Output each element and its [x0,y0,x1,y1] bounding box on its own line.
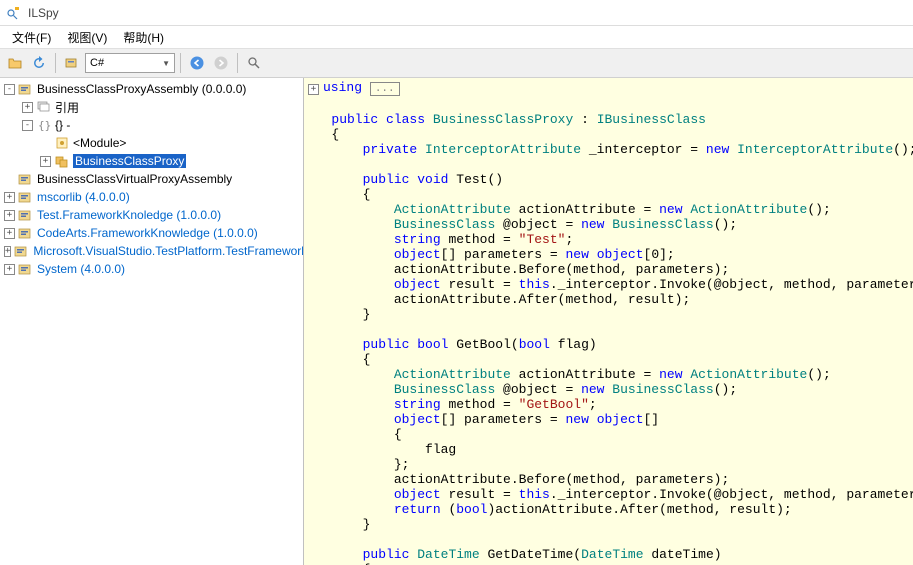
tree-label: BusinessClassVirtualProxyAssembly [37,172,232,186]
assembly-icon [18,261,34,277]
code-line: object[] parameters = new object[] [308,412,909,427]
tree-label: BusinessClassProxy [73,154,186,168]
tree-toggle[interactable]: + [40,156,51,167]
code-line: ActionAttribute actionAttribute = new Ac… [308,202,909,217]
tree-node[interactable]: + 引用 [2,98,301,116]
toolbar: C# ▼ [0,48,913,78]
language-select[interactable]: C# ▼ [85,53,175,73]
toolbar-separator [180,53,181,73]
tree-label: CodeArts.FrameworkKnowledge (1.0.0.0) [37,226,258,240]
code-line: { [308,352,909,367]
assembly-icon [18,207,34,223]
tree-node[interactable]: + System (4.0.0.0) [2,260,301,278]
code-line: ActionAttribute actionAttribute = new Ac… [308,367,909,382]
assembly-icon [18,171,34,187]
code-view[interactable]: +using ... public class BusinessClassPro… [304,78,913,565]
svg-text:{}: {} [38,119,51,132]
refresh-button[interactable] [28,52,50,74]
code-line: BusinessClass @object = new BusinessClas… [308,382,909,397]
tree-node[interactable]: -{} {} - [2,116,301,134]
code-line: public void Test() [308,172,909,187]
class-icon [54,153,70,169]
tree-label: BusinessClassProxyAssembly (0.0.0.0) [37,82,246,96]
code-line: } [308,517,909,532]
menu-view[interactable]: 视图(V) [59,27,115,48]
code-line: return (bool)actionAttribute.After(metho… [308,502,909,517]
main-area: - BusinessClassProxyAssembly (0.0.0.0) + 引用… [0,78,913,565]
tree-toggle[interactable]: + [4,192,15,203]
code-line: { [308,187,909,202]
nav-forward-button[interactable] [210,52,232,74]
tree-label: System (4.0.0.0) [37,262,125,276]
code-line: flag [308,442,909,457]
assembly-tree[interactable]: - BusinessClassProxyAssembly (0.0.0.0) + 引用… [0,78,304,565]
tree-toggle[interactable]: - [22,120,33,131]
tree-node[interactable]: <Module> [2,134,301,152]
window-title: ILSpy [28,6,59,20]
tree-node[interactable]: - BusinessClassProxyAssembly (0.0.0.0) [2,80,301,98]
code-line: public bool GetBool(bool flag) [308,337,909,352]
code-line: actionAttribute.Before(method, parameter… [308,262,909,277]
tree-node[interactable]: + mscorlib (4.0.0.0) [2,188,301,206]
tree-toggle[interactable]: + [4,210,15,221]
app-icon [6,5,22,21]
assembly-icon [18,81,34,97]
tree-label: Microsoft.VisualStudio.TestPlatform.Test… [33,244,304,258]
toolbar-separator [55,53,56,73]
code-line [308,97,909,112]
open-button[interactable] [4,52,26,74]
tree-label: Test.FrameworkKnoledge (1.0.0.0) [37,208,221,222]
tree-label: mscorlib (4.0.0.0) [37,190,130,204]
tree-toggle[interactable]: + [4,264,15,275]
code-line: object result = this._interceptor.Invoke… [308,487,909,502]
code-line: actionAttribute.Before(method, parameter… [308,472,909,487]
assembly-icon [18,225,34,241]
code-line [308,532,909,547]
tree-node[interactable]: + Microsoft.VisualStudio.TestPlatform.Tes… [2,242,301,260]
assembly-icon [18,189,34,205]
tree-toggle[interactable]: + [22,102,33,113]
code-line: +using ... [308,80,909,97]
code-line: string method = "Test"; [308,232,909,247]
toolbar-separator [237,53,238,73]
code-line [308,157,909,172]
code-line: }; [308,457,909,472]
tree-label: <Module> [73,136,126,150]
code-line: { [308,127,909,142]
tree-node[interactable]: + Test.FrameworkKnoledge (1.0.0.0) [2,206,301,224]
code-line: public class BusinessClassProxy : IBusin… [308,112,909,127]
ref-icon [36,99,52,115]
menu-file[interactable]: 文件(F) [4,27,59,48]
code-line: string method = "GetBool"; [308,397,909,412]
fold-toggle[interactable]: + [308,84,319,95]
language-label: C# [90,57,104,69]
tree-node[interactable]: + CodeArts.FrameworkKnowledge (1.0.0.0) [2,224,301,242]
search-button[interactable] [243,52,265,74]
assembly-icon [14,243,30,259]
ns-icon: {} [36,117,52,133]
code-line: public DateTime GetDateTime(DateTime dat… [308,547,909,562]
menubar: 文件(F) 视图(V) 帮助(H) [0,26,913,48]
tree-toggle[interactable]: + [4,228,15,239]
assembly-button[interactable] [61,52,83,74]
titlebar: ILSpy [0,0,913,26]
tree-label: 引用 [55,99,79,116]
nav-back-button[interactable] [186,52,208,74]
module-icon [54,135,70,151]
chevron-down-icon: ▼ [162,59,170,68]
tree-toggle[interactable]: - [4,84,15,95]
code-line: object[] parameters = new object[0]; [308,247,909,262]
tree-node[interactable]: + BusinessClassProxy [2,152,301,170]
tree-node[interactable]: BusinessClassVirtualProxyAssembly [2,170,301,188]
menu-help[interactable]: 帮助(H) [115,27,172,48]
code-line [308,322,909,337]
code-line: { [308,427,909,442]
code-line: object result = this._interceptor.Invoke… [308,277,909,292]
code-line: actionAttribute.After(method, result); [308,292,909,307]
code-line: BusinessClass @object = new BusinessClas… [308,217,909,232]
tree-label: {} - [55,118,70,132]
code-line: } [308,307,909,322]
code-line: private InterceptorAttribute _intercepto… [308,142,909,157]
tree-toggle[interactable]: + [4,246,11,257]
